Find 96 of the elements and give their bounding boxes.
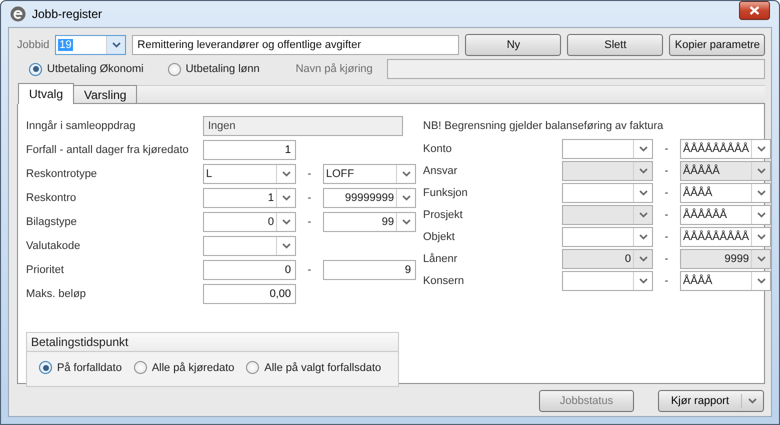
field-label: Prosjekt (423, 209, 464, 221)
field-label: Reskontrotype (26, 168, 98, 180)
field-label: Forfall - antall dager fra kjøredato (26, 144, 190, 156)
combo-box[interactable] (562, 183, 653, 203)
combo-box[interactable]: LOFF (323, 164, 416, 184)
field-label: Konsern (423, 275, 465, 287)
radio-button[interactable] (29, 62, 42, 76)
field-label: Jobbid (17, 39, 50, 51)
chevron-down-icon (756, 168, 766, 174)
field-label: Maks. beløp (26, 288, 87, 300)
input-field[interactable]: 0,00 (203, 284, 296, 304)
chevron-down-icon (402, 195, 410, 201)
readonly-field: Ingen (203, 116, 403, 136)
combo-box[interactable]: 0 (203, 212, 296, 232)
input-field[interactable]: 0 (203, 260, 296, 280)
chevron-down-icon (638, 278, 648, 284)
input-field[interactable]: 1 (203, 140, 296, 160)
range-dash: - (664, 253, 670, 265)
run-report-button[interactable]: Kjør rapport (658, 390, 764, 412)
range-dash: - (664, 143, 670, 155)
chevron-down-icon (756, 146, 766, 152)
combo-box[interactable]: ÅÅÅÅÅÅÅÅÅ (680, 139, 771, 159)
tab[interactable]: Utvalg (18, 83, 74, 104)
combo-box[interactable]: ÅÅÅÅ (680, 271, 771, 291)
window-title: Jobb-register (32, 7, 104, 21)
input-field[interactable]: 9 (323, 260, 416, 280)
new-button[interactable]: Ny (465, 34, 562, 56)
range-dash: - (306, 192, 312, 204)
radio-button[interactable] (168, 62, 181, 76)
chevron-down-icon (638, 234, 648, 240)
range-dash: - (306, 168, 312, 180)
field-label: Reskontro (26, 192, 78, 204)
radio-label[interactable]: Alle på valgt forfallsdato (264, 362, 382, 374)
range-dash: - (664, 187, 670, 199)
radio-button[interactable] (134, 361, 147, 374)
chevron-down-icon (638, 190, 648, 196)
radio-label[interactable]: Alle på kjøredato (152, 362, 234, 374)
chevron-down-icon (756, 256, 766, 262)
radio-label[interactable]: På forfalldato (57, 362, 122, 374)
input-field[interactable]: Remittering leverandører og offentlige avgifter (132, 35, 460, 55)
field-label: Objekt (423, 231, 456, 243)
combo-box[interactable] (562, 139, 653, 159)
combo-box[interactable]: 99999999 (323, 188, 416, 208)
field-label: Konto (423, 143, 453, 155)
chevron-down-icon (748, 398, 757, 404)
copy-button[interactable]: Kopier parametre (669, 34, 766, 56)
range-dash: - (664, 209, 670, 221)
chevron-down-icon (638, 146, 648, 152)
field-label: Ansvar (423, 165, 458, 177)
field-label: Funksjon (423, 187, 469, 199)
note-text: NB! Begrensning gjelder balanseføring av faktura (423, 120, 664, 132)
field-label: Valutakode (26, 240, 82, 252)
close-button[interactable] (739, 0, 770, 20)
tab[interactable]: Varsling (73, 85, 138, 104)
combo-box[interactable]: ÅÅÅÅÅÅÅÅÅ (680, 227, 771, 247)
close-icon (749, 6, 760, 14)
combo-box[interactable]: ÅÅÅÅ (680, 183, 771, 203)
range-dash: - (306, 216, 312, 228)
chevron-down-icon (638, 168, 648, 174)
field-label: Inngår i samleoppdrag (26, 120, 136, 132)
radio-button[interactable] (39, 361, 52, 374)
field-label: Prioritet (26, 264, 65, 276)
chevron-down-icon (756, 234, 766, 240)
input-field[interactable] (386, 59, 765, 79)
combo-box[interactable]: 1 (203, 188, 296, 208)
chevron-down-icon (282, 243, 290, 249)
delete-button[interactable]: Slett (567, 34, 664, 56)
range-dash: - (664, 165, 670, 177)
combo-box[interactable]: 99 (323, 212, 416, 232)
combo-box[interactable]: ÅÅÅÅÅÅ (680, 205, 771, 225)
chevron-down-icon (402, 171, 410, 177)
field-label: Bilagstype (26, 216, 78, 228)
combo-box[interactable] (562, 271, 653, 291)
range-dash: - (306, 264, 312, 276)
chevron-down-icon (638, 256, 648, 262)
chevron-down-icon (638, 212, 648, 218)
radio-label[interactable]: Utbetaling lønn (186, 63, 260, 75)
chevron-down-icon (282, 171, 290, 177)
chevron-down-icon (402, 219, 410, 225)
chevron-down-icon (756, 190, 766, 196)
chevron-down-icon (282, 219, 290, 225)
chevron-down-icon (112, 42, 121, 48)
app-logo-icon (10, 6, 26, 22)
group-title: Betalingstidspunkt (27, 333, 398, 352)
range-dash: - (664, 231, 670, 243)
radio-label[interactable]: Utbetaling Økonomi (47, 63, 144, 75)
chevron-down-icon (282, 195, 290, 201)
combo-box[interactable] (203, 236, 296, 256)
chevron-down-icon (756, 212, 766, 218)
range-dash: - (664, 275, 670, 287)
field-label: Lånenr (423, 253, 458, 265)
combo-box[interactable]: L (203, 164, 296, 184)
field-label: Navn på kjøring (296, 63, 373, 75)
chevron-down-icon (756, 278, 766, 284)
combo-box[interactable] (562, 227, 653, 247)
radio-button[interactable] (246, 361, 260, 374)
